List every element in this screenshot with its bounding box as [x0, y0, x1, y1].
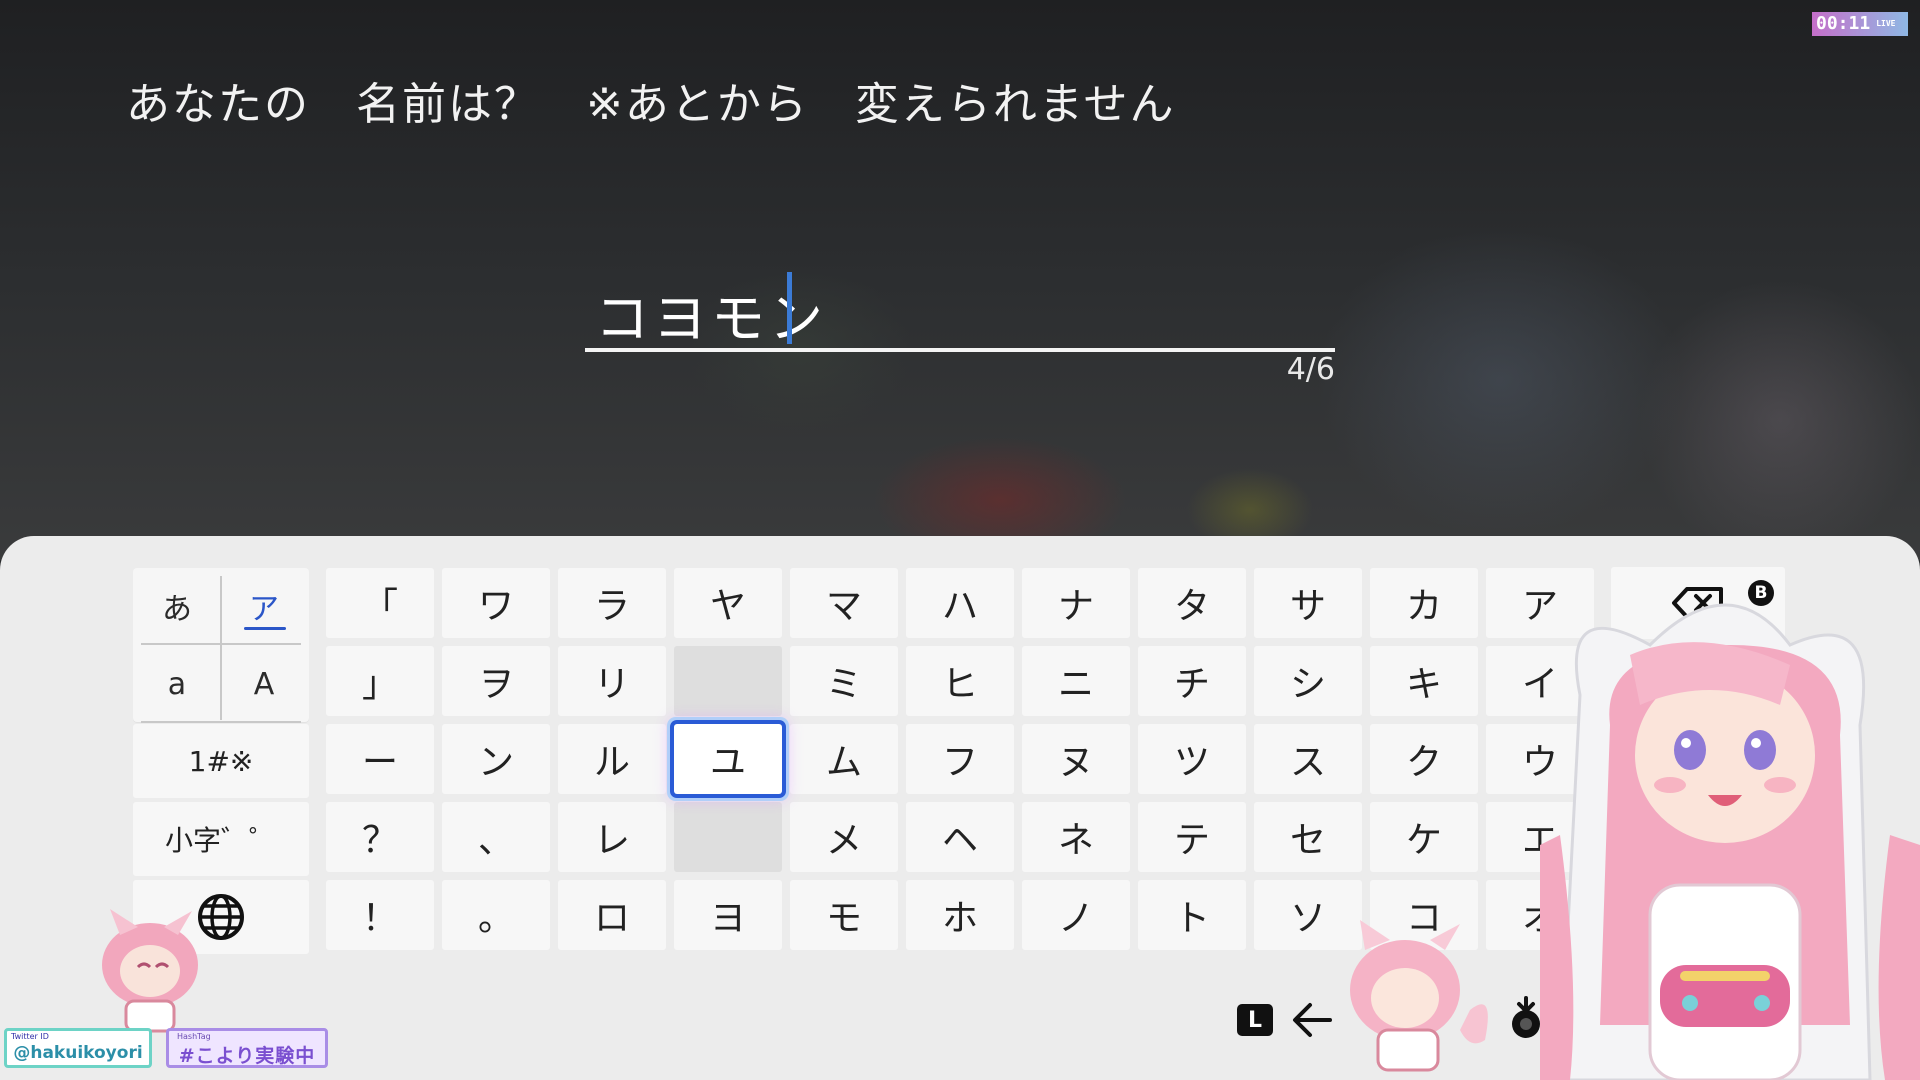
kana-key[interactable]: モ: [790, 880, 898, 950]
kana-key[interactable]: シ: [1254, 646, 1362, 716]
kana-key[interactable]: キ: [1370, 646, 1478, 716]
kana-key[interactable]: ナ: [1022, 568, 1130, 638]
kana-key[interactable]: ミ: [790, 646, 898, 716]
stream-timer: 00:11 LIVE: [1812, 12, 1908, 36]
chibi-mascot-right: [1350, 920, 1488, 1072]
kana-key-selected[interactable]: ユ: [674, 724, 782, 794]
kana-key[interactable]: ワ: [442, 568, 550, 638]
kana-key[interactable]: ス: [1254, 724, 1362, 794]
kana-key[interactable]: ク: [1370, 724, 1478, 794]
kana-key[interactable]: ラ: [558, 568, 666, 638]
kana-key[interactable]: 、: [442, 802, 550, 872]
kana-key[interactable]: ム: [790, 724, 898, 794]
hashtag-tag: HashTag #こより実験中: [166, 1028, 328, 1068]
twitter-id-label: Twitter ID: [11, 1032, 49, 1041]
character-counter: 4/6: [1286, 352, 1335, 387]
kana-key[interactable]: セ: [1254, 802, 1362, 872]
text-caret: [787, 272, 792, 344]
kana-key[interactable]: ヨ: [674, 880, 782, 950]
kana-key[interactable]: テ: [1138, 802, 1246, 872]
kana-key[interactable]: ？: [326, 802, 434, 872]
kana-key[interactable]: チ: [1138, 646, 1246, 716]
kana-key[interactable]: ン: [442, 724, 550, 794]
kana-key[interactable]: ホ: [906, 880, 1014, 950]
live-badge: LIVE: [1876, 19, 1896, 28]
kana-key[interactable]: サ: [1254, 568, 1362, 638]
kana-key[interactable]: カ: [1370, 568, 1478, 638]
kana-key[interactable]: ヌ: [1022, 724, 1130, 794]
kana-key[interactable]: レ: [558, 802, 666, 872]
kana-key[interactable]: ハ: [906, 568, 1014, 638]
kana-key[interactable]: マ: [790, 568, 898, 638]
mode-divider-horizontal: [141, 643, 301, 645]
kana-key[interactable]: ヒ: [906, 646, 1014, 716]
twitter-handle: @hakuikoyori: [13, 1043, 143, 1063]
kana-key[interactable]: ！: [326, 880, 434, 950]
twitter-id-tag: Twitter ID @hakuikoyori: [4, 1028, 152, 1068]
kana-key[interactable]: ノ: [1022, 880, 1130, 950]
kana-key[interactable]: ヲ: [442, 646, 550, 716]
kana-key[interactable]: タ: [1138, 568, 1246, 638]
name-prompt: あなたの 名前は？ ※あとから 変えられません: [126, 79, 1176, 130]
timer-value: 00:11: [1816, 13, 1871, 34]
kana-key[interactable]: メ: [790, 802, 898, 872]
l-button-hint: L: [1237, 1004, 1273, 1036]
blank-key: [674, 802, 782, 872]
mode-katakana-button[interactable]: ア: [221, 570, 307, 642]
mode-divider-horizontal-2: [141, 721, 301, 723]
streamer-avatar: [1540, 603, 1920, 1080]
kana-key[interactable]: 。: [442, 880, 550, 950]
kana-key[interactable]: ヘ: [906, 802, 1014, 872]
kana-key[interactable]: フ: [906, 724, 1014, 794]
kana-key[interactable]: ネ: [1022, 802, 1130, 872]
small-kana-dakuten-button[interactable]: 小字゛゜: [133, 802, 309, 876]
active-mode-underline: [244, 627, 286, 630]
kana-key[interactable]: ー: [326, 724, 434, 794]
kana-key[interactable]: ヤ: [674, 568, 782, 638]
mode-hiragana-button[interactable]: あ: [135, 570, 219, 642]
mode-uppercase-button[interactable]: A: [221, 648, 307, 720]
kana-key[interactable]: ル: [558, 724, 666, 794]
hashtag-label: HashTag: [177, 1032, 211, 1041]
kana-key[interactable]: ケ: [1370, 802, 1478, 872]
symbols-mode-button[interactable]: 1#※: [133, 724, 309, 798]
mode-lowercase-button[interactable]: a: [135, 648, 219, 720]
kana-key[interactable]: リ: [558, 646, 666, 716]
blank-key: [674, 646, 782, 716]
kana-key[interactable]: ロ: [558, 880, 666, 950]
name-input-value: コヨモン: [595, 287, 827, 350]
kana-key[interactable]: ト: [1138, 880, 1246, 950]
chibi-mascot-left: [102, 909, 198, 1033]
name-input-field[interactable]: コヨモン: [585, 268, 1335, 352]
kana-key[interactable]: 」: [326, 646, 434, 716]
kana-key[interactable]: ツ: [1138, 724, 1246, 794]
kana-key[interactable]: 「: [326, 568, 434, 638]
hashtag-text: #こより実験中: [178, 1045, 316, 1067]
kana-key[interactable]: ニ: [1022, 646, 1130, 716]
